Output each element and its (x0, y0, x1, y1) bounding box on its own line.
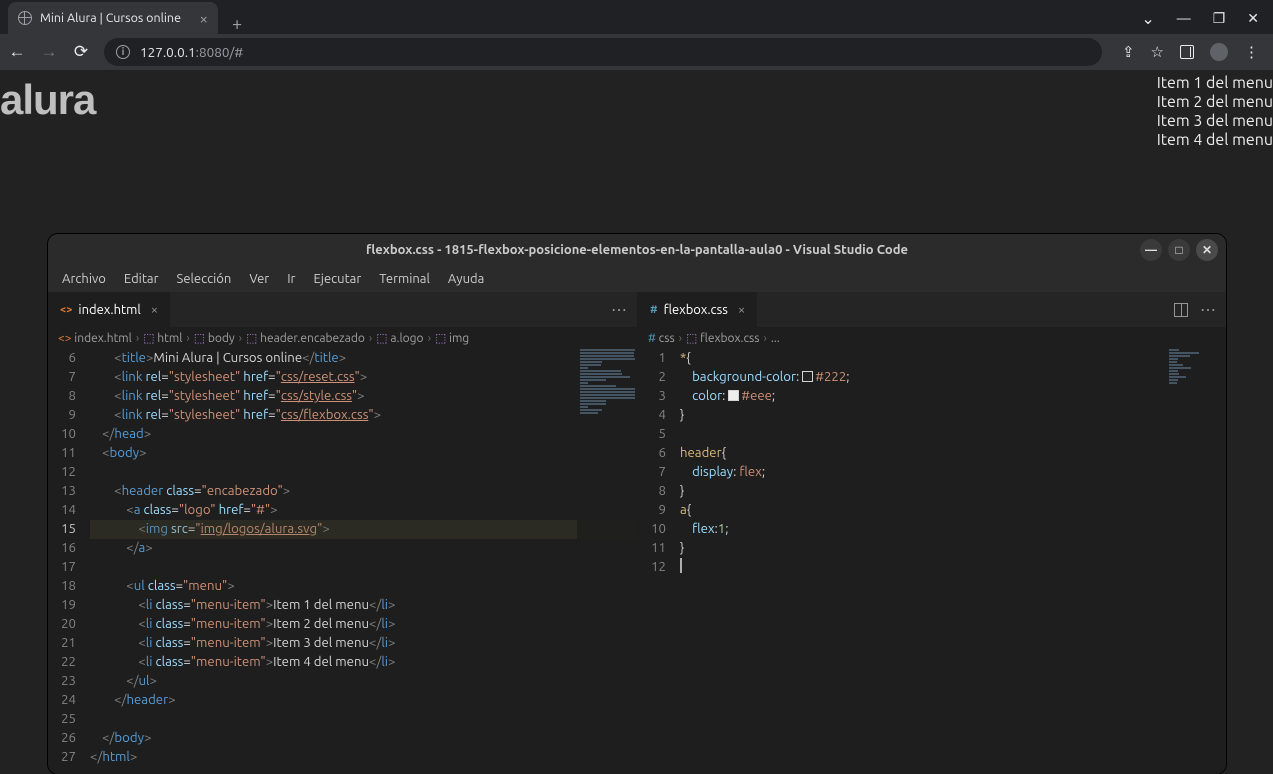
bookmark-icon[interactable]: ☆ (1151, 43, 1164, 61)
html-file-icon: <> (60, 304, 72, 316)
forward-icon[interactable]: → (40, 42, 58, 62)
vscode-titlebar[interactable]: flexbox.css - 1815-flexbox-posicione-ele… (48, 234, 1226, 266)
code-editor[interactable]: 123456789101112 *{ background-color: #22… (638, 349, 1226, 774)
breadcrumb[interactable]: <> index.html ›⬚ html ›⬚ body ›⬚ header.… (48, 327, 637, 349)
menu-ejecutar[interactable]: Ejecutar (306, 269, 370, 289)
close-icon[interactable]: ✕ (1247, 10, 1259, 27)
vscode-menubar: ArchivoEditarSelecciónVerIrEjecutarTermi… (48, 266, 1226, 292)
chevron-down-icon[interactable]: ⌄ (1141, 9, 1154, 28)
tab-index-html[interactable]: <> index.html × (48, 292, 170, 327)
menu-terminal[interactable]: Terminal (371, 269, 438, 289)
tab-label: flexbox.css (664, 303, 728, 317)
reload-icon[interactable]: ⟳ (72, 42, 90, 62)
menu-editar[interactable]: Editar (116, 269, 167, 289)
split-editor-icon[interactable] (1174, 303, 1188, 317)
close-icon[interactable]: × (151, 303, 158, 317)
address-bar[interactable]: i 127.0.0.1:8080/# (104, 38, 1102, 66)
vscode-window: flexbox.css - 1815-flexbox-posicione-ele… (48, 234, 1226, 774)
back-icon[interactable]: ← (8, 42, 26, 62)
tab-bar: # flexbox.css × ⋯ (638, 292, 1226, 327)
share-icon[interactable]: ⇪ (1122, 43, 1135, 61)
editor-pane-left: <> index.html × ⋯ <> index.html ›⬚ html … (48, 292, 638, 774)
page-content: alura Item 1 del menuItem 2 del menuItem… (0, 70, 1273, 230)
maximize-icon[interactable]: ❐ (1213, 10, 1226, 27)
menu-ir[interactable]: Ir (279, 269, 303, 289)
list-item[interactable]: Item 1 del menu (1157, 74, 1273, 93)
tab-label: index.html (78, 303, 140, 317)
list-item[interactable]: Item 3 del menu (1157, 112, 1273, 131)
close-icon[interactable]: × (200, 10, 208, 27)
more-icon[interactable]: ⋯ (611, 300, 627, 319)
tab-flexbox-css[interactable]: # flexbox.css × (638, 292, 757, 327)
close-icon[interactable]: ✕ (1196, 239, 1218, 261)
site-info-icon[interactable]: i (116, 45, 130, 59)
menu-archivo[interactable]: Archivo (54, 269, 114, 289)
browser-toolbar: ← → ⟳ i 127.0.0.1:8080/# ⇪ ☆ ⋮ (0, 34, 1273, 70)
window-controls: ⌄ — ❐ ✕ (1141, 2, 1273, 34)
browser-tab[interactable]: Mini Alura | Cursos online × (8, 2, 218, 34)
menu-icon[interactable]: ⋮ (1244, 43, 1259, 61)
globe-icon (18, 11, 32, 25)
maximize-icon[interactable]: □ (1168, 239, 1190, 261)
menu-selección[interactable]: Selección (169, 269, 240, 289)
url-rest: :8080/# (196, 44, 244, 60)
menu-ver[interactable]: Ver (241, 269, 277, 289)
menu-ayuda[interactable]: Ayuda (440, 269, 492, 289)
new-tab-button[interactable]: + (218, 14, 256, 34)
list-item[interactable]: Item 4 del menu (1157, 131, 1273, 150)
logo-text[interactable]: alura (0, 76, 95, 124)
side-panel-icon[interactable] (1180, 45, 1194, 59)
list-item[interactable]: Item 2 del menu (1157, 93, 1273, 112)
browser-tab-strip: Mini Alura | Cursos online × + ⌄ — ❐ ✕ (0, 0, 1273, 34)
editor-pane-right: # flexbox.css × ⋯ # css ›⬚ flexbox.css ›… (638, 292, 1226, 774)
window-title: flexbox.css - 1815-flexbox-posicione-ele… (366, 243, 908, 257)
tab-title: Mini Alura | Cursos online (40, 11, 181, 25)
minimap[interactable] (577, 349, 637, 774)
more-icon[interactable]: ⋯ (1200, 300, 1216, 319)
page-menu: Item 1 del menuItem 2 del menuItem 3 del… (1157, 74, 1273, 150)
minimize-icon[interactable]: — (1177, 10, 1191, 26)
code-editor[interactable]: 6789101112131415161718192021222324252627… (48, 349, 637, 774)
url-host: 127.0.0.1 (140, 44, 196, 60)
tab-bar: <> index.html × ⋯ (48, 292, 637, 327)
minimize-icon[interactable]: — (1140, 239, 1162, 261)
breadcrumb[interactable]: # css ›⬚ flexbox.css ›... (638, 327, 1226, 349)
minimap[interactable] (1166, 349, 1226, 774)
profile-avatar[interactable] (1210, 43, 1228, 61)
css-file-icon: # (650, 304, 658, 316)
close-icon[interactable]: × (738, 303, 745, 317)
